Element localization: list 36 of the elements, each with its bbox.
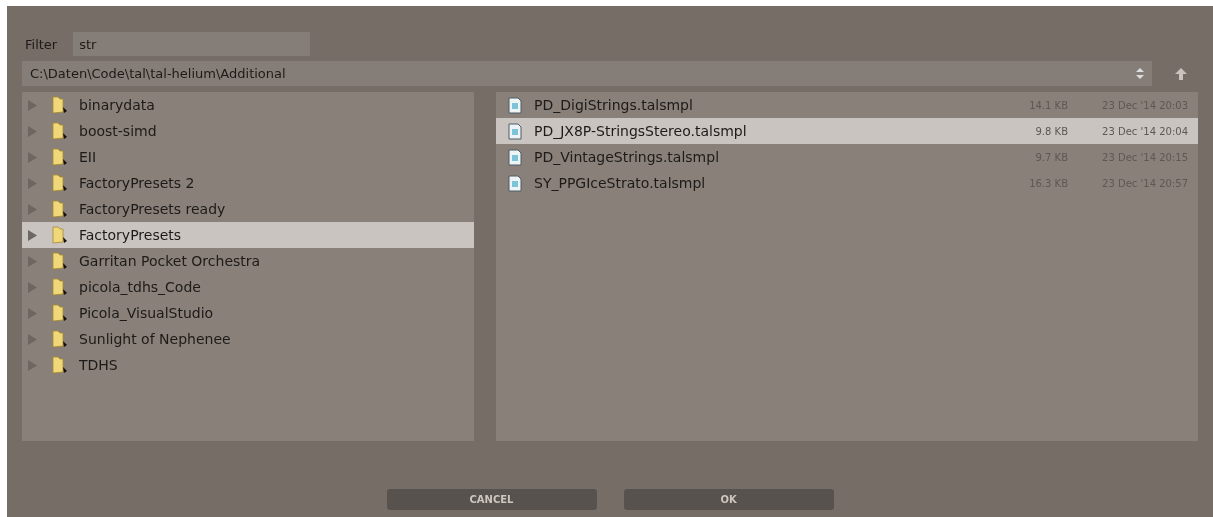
up-down-arrows-icon: [1136, 68, 1144, 79]
path-dropdown[interactable]: C:\Daten\Code\tal\tal-helium\Additional: [22, 61, 1152, 86]
expand-arrow-icon[interactable]: [28, 359, 37, 371]
folder-row[interactable]: picola_tdhs_Code: [22, 274, 474, 300]
expand-arrow-icon[interactable]: [28, 177, 37, 189]
expand-arrow-icon[interactable]: [28, 307, 37, 319]
folder-row[interactable]: FactoryPresets: [22, 222, 474, 248]
file-size: 9.8 KB: [1034, 125, 1068, 137]
document-icon: [508, 96, 522, 114]
expand-arrow-icon[interactable]: [28, 255, 37, 267]
expand-arrow-icon[interactable]: [28, 151, 37, 163]
folder-row[interactable]: Sunlight of Nephenee: [22, 326, 474, 352]
expand-arrow-icon[interactable]: [28, 333, 37, 345]
document-icon: [508, 122, 522, 140]
file-row[interactable]: PD_JX8P-StringsStereo.talsmpl 9.8 KB 23 Dec '14 20:04: [496, 118, 1198, 144]
expand-arrow-icon[interactable]: [28, 203, 37, 215]
folder-row[interactable]: Picola_VisualStudio: [22, 300, 474, 326]
up-arrow-icon[interactable]: [1174, 66, 1188, 81]
filter-label: Filter: [25, 36, 58, 52]
folder-row[interactable]: TDHS: [22, 352, 474, 378]
expand-arrow-icon[interactable]: [28, 229, 37, 241]
cancel-button[interactable]: CANCEL: [386, 489, 597, 510]
folder-row[interactable]: EII: [22, 144, 474, 170]
folder-row[interactable]: FactoryPresets ready: [22, 196, 474, 222]
filter-field[interactable]: str: [73, 32, 311, 56]
expand-arrow-icon[interactable]: [28, 281, 37, 293]
document-icon: [508, 148, 522, 166]
file-date: 23 Dec '14 20:04: [1101, 125, 1188, 137]
expand-arrow-icon[interactable]: [28, 99, 37, 111]
ok-button[interactable]: OK: [623, 489, 834, 510]
document-icon: [508, 174, 522, 192]
expand-arrow-icon[interactable]: [28, 125, 37, 137]
folder-row[interactable]: binarydata: [22, 92, 474, 118]
folder-row[interactable]: boost-simd: [22, 118, 474, 144]
folder-row[interactable]: Garritan Pocket Orchestra: [22, 248, 474, 274]
folder-row[interactable]: FactoryPresets 2: [22, 170, 474, 196]
